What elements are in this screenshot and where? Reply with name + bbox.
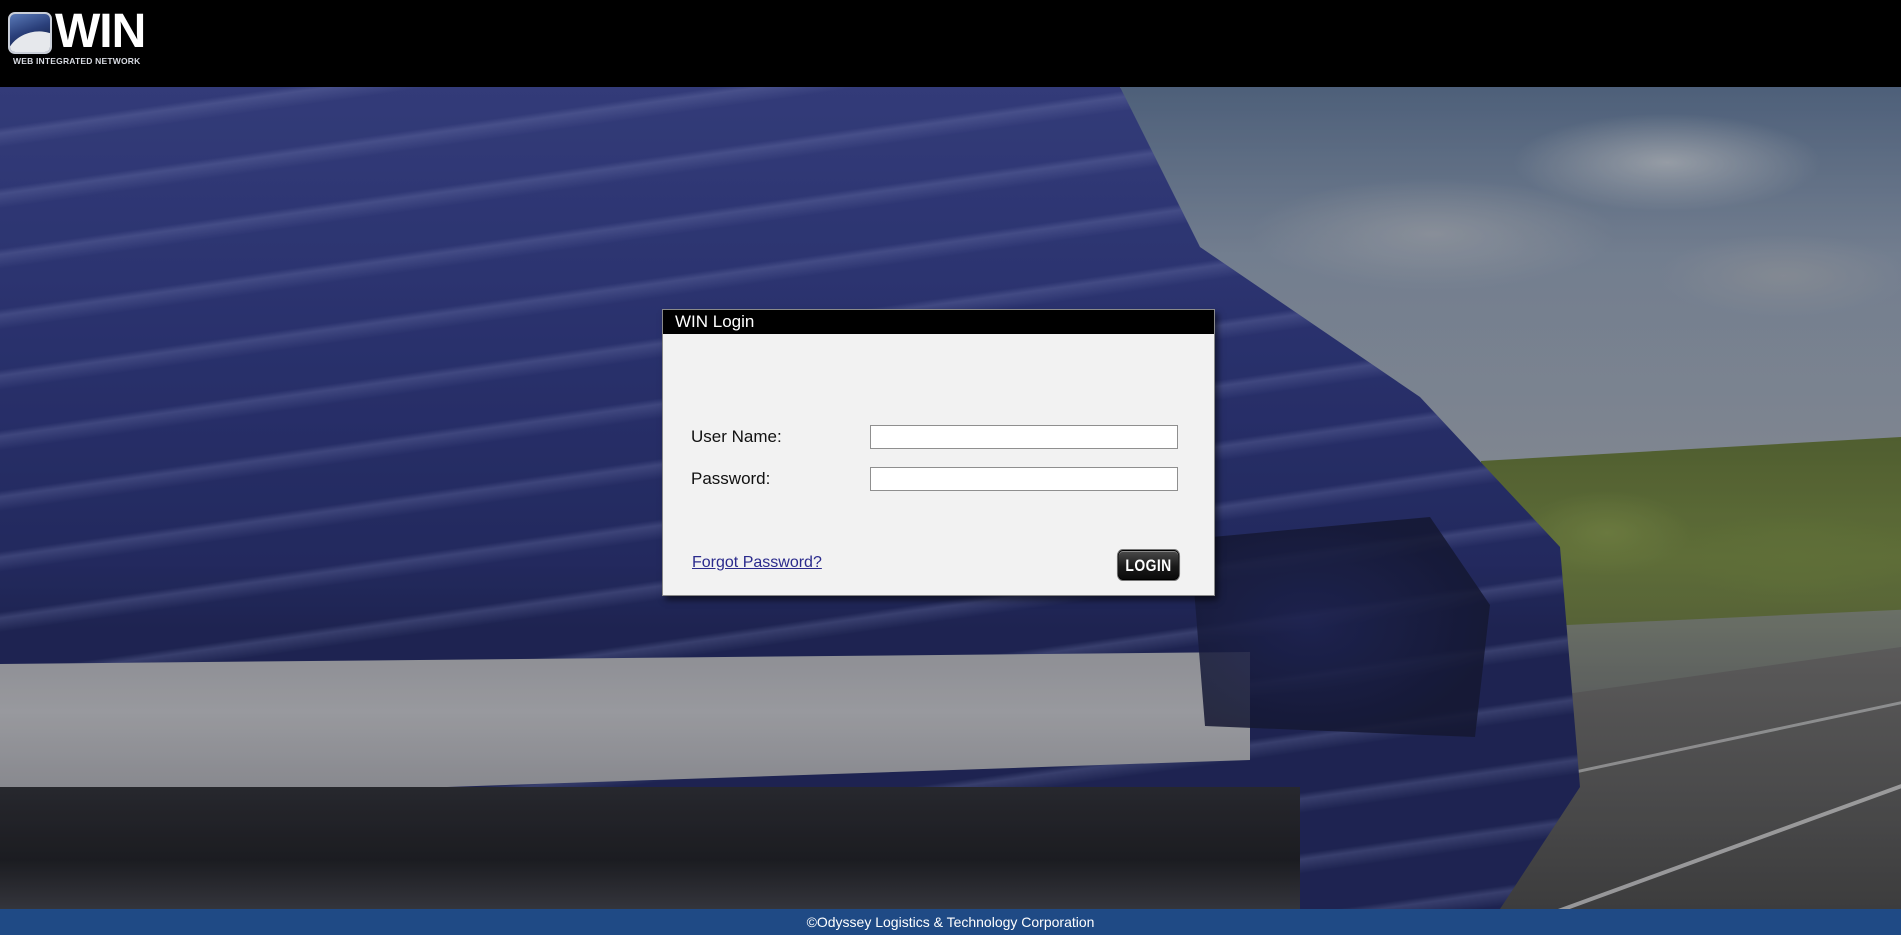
login-page: WIN WEB INTEGRATED NETWORK WIN Login Use… (0, 0, 1901, 935)
login-button[interactable]: LOGIN (1117, 550, 1180, 580)
logo-swoosh-icon (8, 12, 52, 54)
logo-text: WIN (55, 5, 146, 58)
footer: ©Odyssey Logistics & Technology Corporat… (0, 909, 1901, 935)
dialog-title: WIN Login (663, 310, 1214, 334)
password-label: Password: (691, 469, 771, 488)
password-input[interactable] (870, 467, 1178, 491)
username-input[interactable] (870, 425, 1178, 449)
logo-subtitle: WEB INTEGRATED NETWORK (13, 56, 141, 66)
header: WIN WEB INTEGRATED NETWORK (0, 0, 1901, 87)
forgot-password-link[interactable]: Forgot Password? (692, 554, 822, 572)
copyright-text: ©Odyssey Logistics & Technology Corporat… (806, 914, 1095, 930)
win-logo: WIN WEB INTEGRATED NETWORK (8, 5, 168, 70)
username-label: User Name: (691, 427, 782, 446)
login-dialog: WIN Login User Name: Password: Forgot Pa… (662, 309, 1215, 596)
